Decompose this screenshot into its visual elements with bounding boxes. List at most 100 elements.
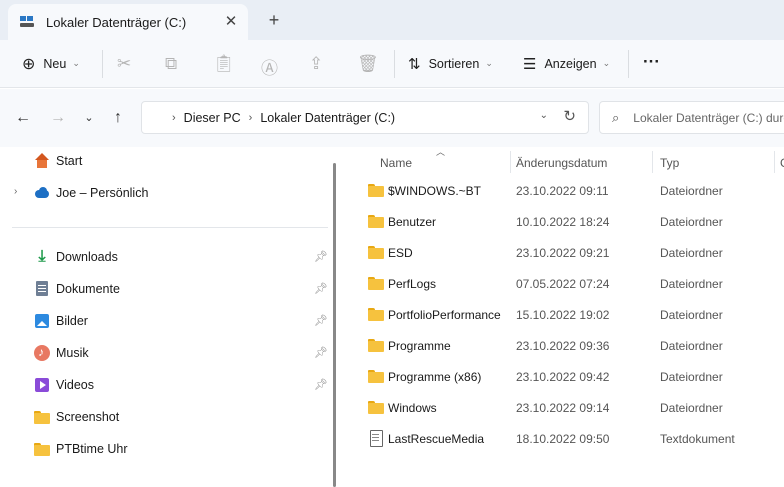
nav-item-label: Dokumente: [56, 282, 120, 296]
chevron-down-icon: ⌄: [72, 58, 80, 68]
more-options-button[interactable]: ···: [643, 52, 660, 72]
address-history-dropdown[interactable]: ⌄: [540, 110, 548, 121]
view-button[interactable]: ☰ Anzeigen ⌄: [523, 48, 610, 80]
refresh-icon[interactable]: ↻: [563, 107, 576, 125]
folder-icon: [368, 182, 384, 198]
tab-title: Lokaler Datenträger (C:): [46, 14, 187, 30]
drive-icon: [150, 112, 164, 124]
view-icon: ☰: [523, 55, 537, 73]
toolbar-divider: [394, 49, 395, 78]
search-input[interactable]: ⌕ Lokaler Datenträger (C:) durchsuchen: [599, 101, 784, 134]
pin-icon[interactable]: 📌︎: [314, 282, 328, 295]
folder-icon: [34, 441, 50, 457]
file-row[interactable]: LastRescueMedia 18.10.2022 09:50 Textdok…: [362, 424, 784, 452]
nav-item-music[interactable]: Musik: [34, 339, 89, 367]
expand-chevron-icon[interactable]: ›: [14, 186, 17, 197]
folder-icon: [368, 368, 384, 384]
nav-item-label: Start: [56, 154, 83, 168]
column-header-date[interactable]: Änderungsdatum: [516, 151, 607, 175]
nav-item-label: Musik: [56, 346, 89, 360]
toolbar-divider: [628, 49, 629, 78]
text-document-icon: [368, 430, 384, 447]
file-row[interactable]: $WINDOWS.~BT 23.10.2022 09:11 Dateiordne…: [362, 176, 784, 204]
up-button[interactable]: ↑: [107, 107, 129, 129]
breadcrumb-drive-c[interactable]: Lokaler Datenträger (C:): [260, 111, 395, 125]
recent-locations-button[interactable]: ⌄: [78, 107, 100, 129]
drive-icon: [20, 16, 34, 28]
address-row: ← → ⌄ ↑ › Dieser PC › Lokaler Datenträge…: [0, 89, 784, 147]
file-type: Dateiordner: [660, 184, 723, 198]
new-tab-button[interactable]: +: [264, 10, 284, 30]
file-row[interactable]: Windows 23.10.2022 09:14 Dateiordner: [362, 393, 784, 421]
nav-item-label: Videos: [56, 378, 94, 392]
tab-strip: Lokaler Datenträger (C:) ✕ +: [0, 0, 784, 40]
nav-item-downloads[interactable]: ⤓ Downloads: [34, 243, 117, 271]
file-date: 07.05.2022 07:24: [516, 277, 610, 291]
column-divider[interactable]: [774, 151, 775, 173]
file-row[interactable]: PortfolioPerformance 15.10.2022 19:02 Da…: [362, 300, 784, 328]
pin-icon[interactable]: 📌︎: [314, 250, 328, 263]
share-icon[interactable]: ⇪: [309, 54, 323, 74]
nav-item-videos[interactable]: Videos: [34, 371, 94, 399]
rename-icon[interactable]: Ⓐ: [261, 54, 278, 79]
cloud-icon: [34, 185, 50, 201]
file-date: 15.10.2022 19:02: [516, 308, 610, 322]
file-row[interactable]: Benutzer 10.10.2022 18:24 Dateiordner: [362, 207, 784, 235]
chevron-down-icon: ⌄: [602, 58, 611, 68]
file-row[interactable]: Programme (x86) 23.10.2022 09:42 Dateior…: [362, 362, 784, 390]
pin-icon[interactable]: 📌︎: [314, 346, 328, 359]
pin-icon[interactable]: 📌︎: [314, 378, 328, 391]
nav-item-documents[interactable]: Dokumente: [34, 275, 120, 303]
column-header-name[interactable]: Name: [380, 151, 412, 175]
new-button[interactable]: ⊕ Neu ⌄: [22, 48, 80, 80]
nav-item-pictures[interactable]: Bilder: [34, 307, 88, 335]
sort-button[interactable]: ⇅ Sortieren ⌄: [408, 48, 493, 80]
nav-item-screenshot[interactable]: Screenshot: [34, 403, 119, 431]
plus-circle-icon: ⊕: [22, 55, 36, 73]
sort-ascending-icon: ︿: [436, 147, 446, 157]
tab-drive-c[interactable]: Lokaler Datenträger (C:) ✕: [8, 4, 248, 40]
back-button[interactable]: ←: [12, 107, 34, 129]
document-icon: [34, 281, 50, 297]
file-name: ESD: [388, 246, 413, 260]
nav-item-onedrive[interactable]: Joe – Persönlich: [34, 179, 148, 207]
nav-item-ptbtime[interactable]: PTBtime Uhr: [34, 435, 128, 463]
file-name: Benutzer: [388, 215, 437, 229]
column-header-size[interactable]: G: [780, 151, 784, 175]
column-divider[interactable]: [652, 151, 653, 173]
file-name: PerfLogs: [388, 277, 437, 291]
paste-icon[interactable]: 📋︎: [213, 54, 235, 74]
video-icon: [34, 377, 50, 393]
folder-icon: [368, 213, 384, 229]
breadcrumb-this-pc[interactable]: Dieser PC: [184, 111, 241, 125]
folder-icon: [368, 399, 384, 415]
copy-icon[interactable]: ⧉: [165, 54, 177, 74]
folder-icon: [368, 244, 384, 260]
file-type: Textdokument: [660, 432, 735, 446]
column-header-label: G: [780, 156, 784, 170]
file-row[interactable]: Programme 23.10.2022 09:36 Dateiordner: [362, 331, 784, 359]
command-bar: ⊕ Neu ⌄ ✂ ⧉ 📋︎ Ⓐ ⇪ 🗑︎ ⇅ Sortieren ⌄ ☰ An…: [0, 40, 784, 88]
forward-button[interactable]: →: [47, 107, 69, 129]
file-type: Dateiordner: [660, 308, 723, 322]
nav-scrollbar[interactable]: [333, 163, 336, 487]
new-label: Neu: [43, 56, 67, 71]
column-header-type[interactable]: Typ: [660, 151, 679, 175]
file-row[interactable]: ESD 23.10.2022 09:21 Dateiordner: [362, 238, 784, 266]
column-divider[interactable]: [510, 151, 511, 173]
close-tab-button[interactable]: ✕: [222, 13, 240, 31]
music-icon: [34, 345, 50, 361]
delete-icon[interactable]: 🗑︎: [357, 54, 379, 74]
cut-icon[interactable]: ✂: [117, 54, 131, 74]
nav-item-start[interactable]: Start: [34, 147, 82, 175]
nav-item-label: Joe – Persönlich: [56, 186, 149, 200]
file-date: 10.10.2022 18:24: [516, 215, 610, 229]
column-header-label: Änderungsdatum: [516, 156, 608, 170]
file-name: PortfolioPerformance: [388, 308, 501, 322]
breadcrumb-separator-icon: ›: [248, 111, 253, 124]
file-type: Dateiordner: [660, 215, 723, 229]
file-row[interactable]: PerfLogs 07.05.2022 07:24 Dateiordner: [362, 269, 784, 297]
file-name: Windows: [388, 401, 437, 415]
pin-icon[interactable]: 📌︎: [314, 314, 328, 327]
address-bar[interactable]: › Dieser PC › Lokaler Datenträger (C:) ⌄…: [141, 101, 589, 134]
